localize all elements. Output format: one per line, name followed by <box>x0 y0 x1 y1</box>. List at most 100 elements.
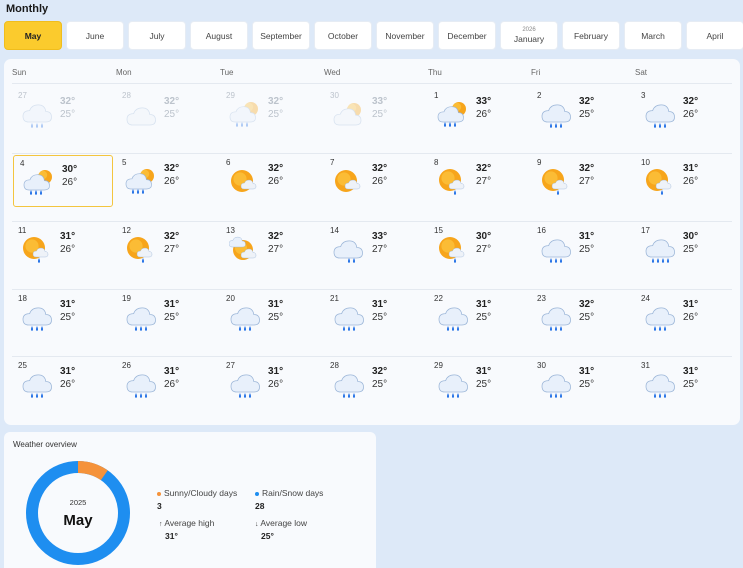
calendar-day-cell[interactable]: 30 33° 25° <box>324 88 424 140</box>
avg-low-label: Average low <box>260 518 308 528</box>
calendar-day-cell[interactable]: 26 31° 26° <box>116 358 216 410</box>
calendar-day-cell[interactable]: 11 31° 26° <box>12 223 112 275</box>
calendar-day-cell[interactable]: 12 32° 27° <box>116 223 216 275</box>
low-temp: 27° <box>372 244 388 255</box>
high-temp: 32° <box>476 163 492 174</box>
calendar-day-cell[interactable]: 1 33° 26° <box>428 88 528 140</box>
calendar-day-cell[interactable]: 28 32° 25° <box>116 88 216 140</box>
calendar-day-cell[interactable]: 17 30° 25° <box>635 223 735 275</box>
calendar-day-cell[interactable]: 16 31° 25° <box>531 223 631 275</box>
calendar-day-cell[interactable]: 19 31° 25° <box>116 291 216 343</box>
calendar-day-cell[interactable]: 9 32° 27° <box>531 155 631 207</box>
calendar-day-cell[interactable]: 13 32° 27° <box>220 223 320 275</box>
month-tab-january[interactable]: 2026 January <box>500 21 558 50</box>
rain-icon <box>230 374 260 398</box>
month-tab-november[interactable]: November <box>376 21 434 50</box>
calendar-day-cell[interactable]: 20 31° 25° <box>220 291 320 343</box>
calendar-day-cell[interactable]: 29 32° 25° <box>220 88 320 140</box>
day-number: 14 <box>330 226 339 235</box>
month-tab-september[interactable]: September <box>252 21 310 50</box>
calendar-day-cell[interactable]: 22 31° 25° <box>428 291 528 343</box>
calendar-day-cell[interactable]: 5 32° 26° <box>116 155 216 207</box>
calendar-day-cell[interactable]: 29 31° 25° <box>428 358 528 410</box>
calendar-day-cell[interactable]: 7 32° 26° <box>324 155 424 207</box>
calendar-day-cell[interactable]: 27 32° 25° <box>12 88 112 140</box>
day-number: 8 <box>434 158 439 167</box>
calendar-day-cell[interactable]: 30 31° 25° <box>531 358 631 410</box>
sun-cloud-rain-icon <box>229 102 258 127</box>
month-tab-label: December <box>447 30 487 41</box>
calendar-day-cell[interactable]: 10 31° 26° <box>635 155 735 207</box>
weekday-header: Tue <box>220 68 234 77</box>
day-number: 28 <box>330 361 339 370</box>
calendar-day-cell[interactable]: 8 32° 27° <box>428 155 528 207</box>
calendar-day-cell[interactable]: 15 30° 27° <box>428 223 528 275</box>
low-temp: 27° <box>476 244 492 255</box>
calendar-day-cell[interactable]: 31 31° 25° <box>635 358 735 410</box>
calendar-day-cell[interactable]: 4 30° 26° <box>13 155 113 207</box>
month-tab-june[interactable]: June <box>66 21 124 50</box>
day-number: 2 <box>537 91 542 100</box>
high-temp: 32° <box>164 163 180 174</box>
arrow-up-icon: ↑ <box>159 521 163 528</box>
low-temp: 26° <box>683 176 699 187</box>
month-tab-april[interactable]: April <box>686 21 743 50</box>
month-tab-february[interactable]: February <box>562 21 620 50</box>
rain-icon <box>438 374 468 398</box>
cloud-light-rain-icon <box>333 240 363 263</box>
day-number: 29 <box>226 91 235 100</box>
high-temp: 31° <box>683 366 699 377</box>
day-number: 19 <box>122 294 131 303</box>
month-tab-december[interactable]: December <box>438 21 496 50</box>
day-number: 4 <box>20 159 25 168</box>
month-tab-october[interactable]: October <box>314 21 372 50</box>
high-temp: 31° <box>60 366 76 377</box>
rain-icon <box>541 374 571 398</box>
high-temp: 31° <box>60 231 76 242</box>
low-temp: 27° <box>164 244 180 255</box>
sun-cloud-rain-icon <box>23 170 52 195</box>
sunny-value: 3 <box>157 501 162 511</box>
day-number: 1 <box>434 91 439 100</box>
low-temp: 26° <box>372 176 388 187</box>
month-tab-august[interactable]: August <box>190 21 248 50</box>
sun-shower-icon <box>23 237 49 263</box>
day-number: 27 <box>18 91 27 100</box>
month-tab-label: October <box>327 30 359 41</box>
month-tab-march[interactable]: March <box>624 21 682 50</box>
calendar-day-cell[interactable]: 2 32° 25° <box>531 88 631 140</box>
sun-shower-icon <box>439 237 465 263</box>
month-tab-label: February <box>573 30 608 41</box>
page-title: Monthly <box>6 3 49 15</box>
donut-sunny-arc <box>77 461 108 481</box>
weekday-header: Fri <box>531 68 541 77</box>
calendar-day-cell[interactable]: 14 33° 27° <box>324 223 424 275</box>
high-temp: 32° <box>164 231 180 242</box>
partly-cloudy-icon <box>333 103 362 126</box>
month-tab-label: March <box>641 30 665 41</box>
high-temp: 30° <box>683 231 699 242</box>
calendar-day-cell[interactable]: 6 32° 26° <box>220 155 320 207</box>
sun-shower-icon <box>646 169 672 195</box>
rain-dot <box>255 491 259 496</box>
high-temp: 30° <box>476 231 492 242</box>
rain-icon <box>334 307 364 331</box>
calendar-day-cell[interactable]: 21 31° 25° <box>324 291 424 343</box>
month-tab-label: April <box>706 30 724 41</box>
calendar-day-cell[interactable]: 25 31° 26° <box>12 358 112 410</box>
rain-icon <box>645 104 675 128</box>
calendar-day-cell[interactable]: 18 31° 25° <box>12 291 112 343</box>
day-number: 22 <box>434 294 443 303</box>
month-tab-label: May <box>24 30 42 41</box>
calendar-day-cell[interactable]: 3 32° 26° <box>635 88 735 140</box>
day-number: 11 <box>18 226 27 235</box>
calendar-day-cell[interactable]: 24 31° 26° <box>635 291 735 343</box>
month-tab-may[interactable]: May <box>4 21 62 50</box>
calendar-day-cell[interactable]: 27 31° 26° <box>220 358 320 410</box>
stat-sunny: Sunny/Cloudy days 3 <box>157 488 237 511</box>
rain-icon <box>541 239 571 263</box>
calendar-day-cell[interactable]: 23 32° 25° <box>531 291 631 343</box>
calendar-day-cell[interactable]: 28 32° 25° <box>324 358 424 410</box>
month-tab-july[interactable]: July <box>128 21 186 50</box>
low-temp: 25° <box>683 379 699 390</box>
